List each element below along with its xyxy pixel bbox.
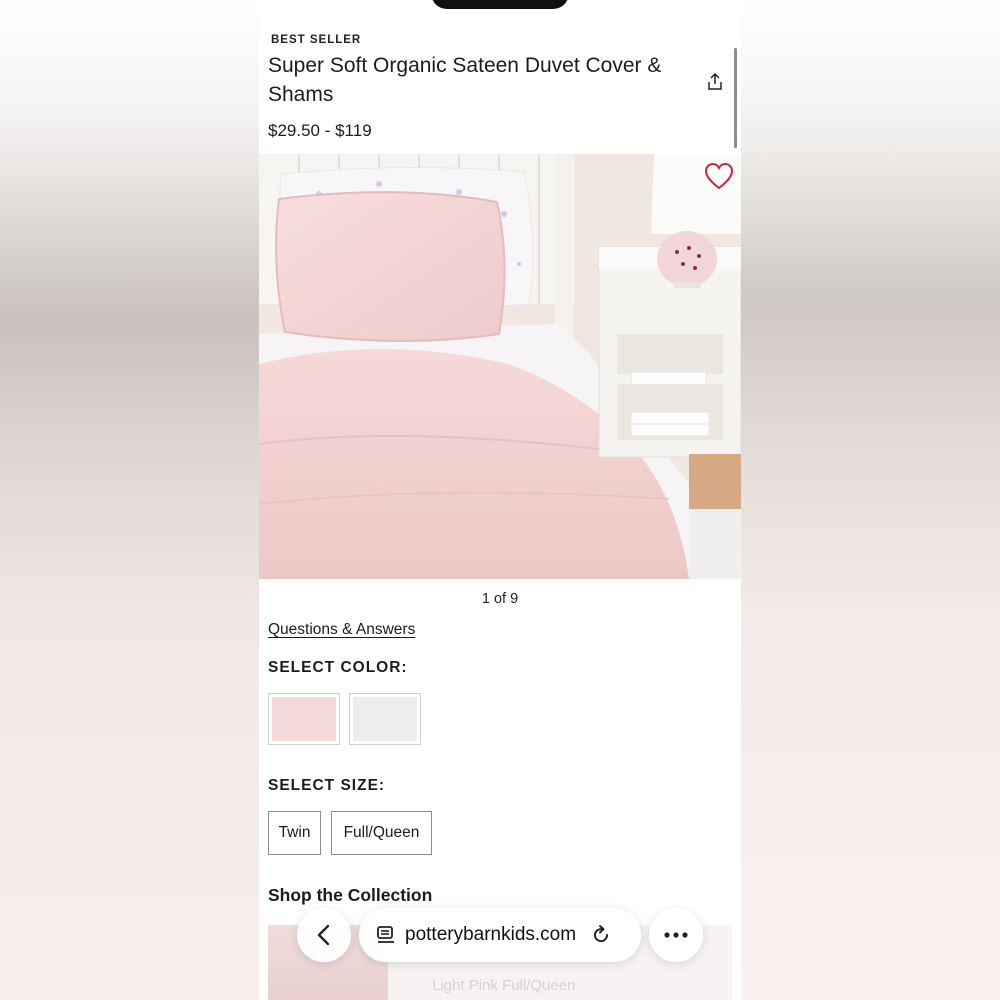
scrollbar[interactable]	[734, 48, 737, 148]
product-price: $29.50 - $119	[268, 121, 372, 140]
best-seller-badge: BEST SELLER	[271, 34, 362, 46]
swatch-fill	[272, 697, 336, 741]
reload-icon[interactable]	[590, 924, 612, 946]
background-blur-right	[741, 0, 1000, 1000]
background-blur-left	[0, 0, 259, 1000]
site-icon	[377, 926, 394, 943]
color-swatch-white[interactable]	[349, 693, 421, 745]
color-swatch-pink[interactable]	[268, 693, 340, 745]
size-button-twin[interactable]: Twin	[268, 811, 321, 855]
questions-answers-link[interactable]: Questions & Answers	[268, 621, 415, 639]
address-bar[interactable]: potterybarnkids.com	[359, 908, 641, 962]
select-size-label: SELECT SIZE:	[268, 777, 386, 794]
chevron-left-icon	[317, 924, 330, 946]
product-image[interactable]	[259, 154, 741, 579]
more-button[interactable]	[649, 908, 703, 962]
url-text: potterybarnkids.com	[405, 924, 577, 945]
more-icon	[664, 932, 688, 938]
product-page: BEST SELLER Super Soft Organic Sateen Du…	[259, 0, 741, 1000]
back-button[interactable]	[297, 908, 351, 962]
heart-icon[interactable]	[704, 162, 734, 190]
bedroom-illustration	[259, 154, 741, 579]
select-color-label: SELECT COLOR:	[268, 659, 408, 676]
swatch-fill	[353, 697, 417, 741]
product-title: Super Soft Organic Sateen Duvet Cover & …	[268, 54, 662, 106]
share-icon[interactable]	[705, 72, 725, 92]
size-button-full-queen[interactable]: Full/Queen	[331, 811, 432, 855]
shop-collection-heading: Shop the Collection	[268, 885, 433, 905]
gallery-counter: 1 of 9	[481, 591, 519, 607]
collection-item-subtitle: Light Pink Full/Queen	[432, 977, 576, 994]
dynamic-island	[431, 0, 569, 9]
